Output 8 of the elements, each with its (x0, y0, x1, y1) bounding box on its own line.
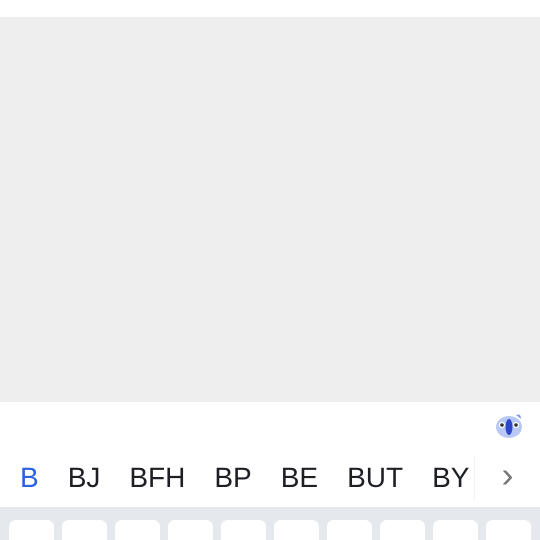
candidate-word[interactable]: BFH (129, 464, 186, 492)
candidate-word[interactable]: B (20, 464, 39, 492)
candidate-word[interactable]: BP (214, 464, 252, 492)
candidate-word[interactable]: BE (280, 464, 318, 492)
candidate-word[interactable]: BUT (347, 464, 404, 492)
candidate-word[interactable]: BY (432, 464, 470, 492)
more-button[interactable]: › (474, 456, 540, 500)
candidate-word[interactable]: BJ (68, 464, 100, 492)
